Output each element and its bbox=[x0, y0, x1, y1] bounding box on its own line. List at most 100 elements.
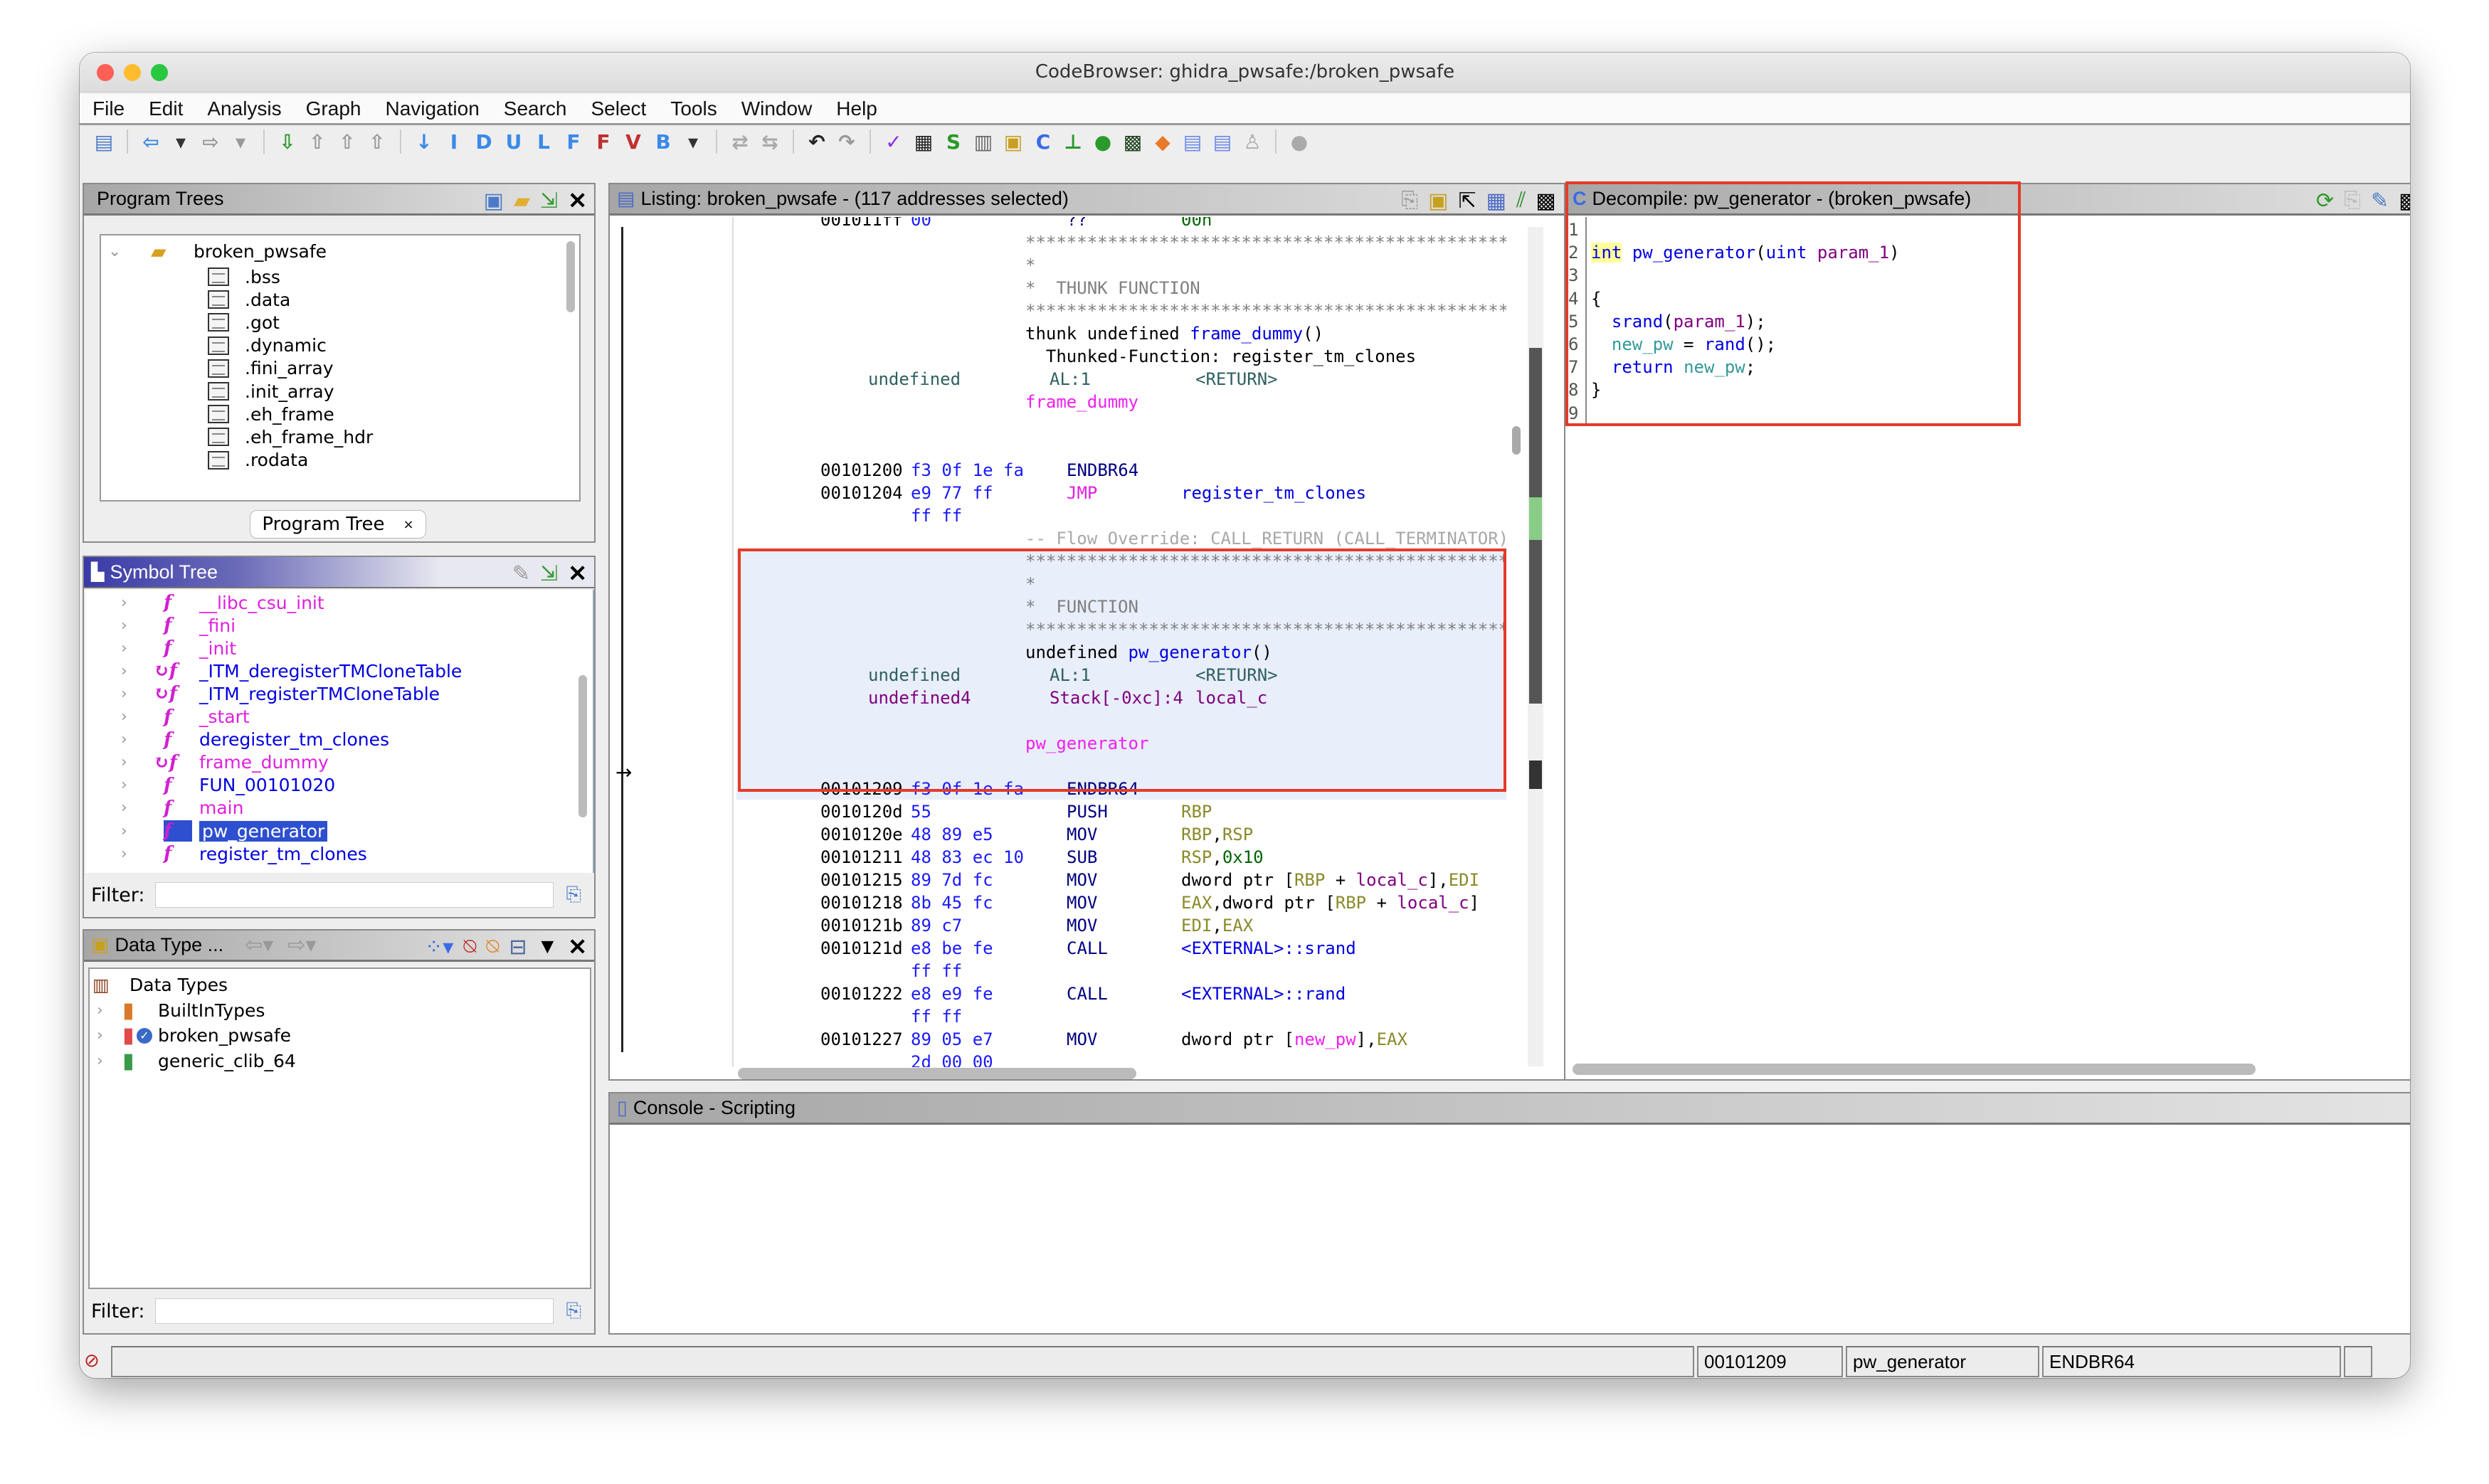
scrollbar[interactable] bbox=[566, 241, 575, 312]
code-line[interactable]: 1 bbox=[1565, 218, 2410, 241]
code-token[interactable]: rand bbox=[1704, 334, 1745, 354]
expand-icon[interactable]: › bbox=[121, 845, 164, 863]
decompiler-view[interactable]: 1 2 int pw_generator(uint param_1) 3 4{5 sra… bbox=[1565, 217, 2410, 1058]
diff-icon[interactable]: ⫽ bbox=[1516, 189, 1526, 213]
label-icon[interactable]: L bbox=[531, 129, 556, 154]
menu-dropdown-icon[interactable]: ▼ bbox=[537, 935, 558, 959]
symbol-tree-item[interactable]: › f deregister_tm_clones bbox=[121, 728, 389, 751]
listing-row[interactable]: * THUNK FUNCTION bbox=[736, 276, 1506, 299]
listing-row[interactable]: ****************************************… bbox=[736, 549, 1506, 572]
expand-icon[interactable]: › bbox=[97, 1052, 122, 1070]
horizontal-scrollbar[interactable] bbox=[1573, 1064, 2256, 1075]
listing-row[interactable]: 0010120d 55 PUSH RBP bbox=[736, 800, 1506, 822]
merge-icon[interactable]: ⇄ bbox=[727, 129, 753, 154]
listing-row[interactable]: 0010120e 48 89 e5 MOV RBP,RSP bbox=[736, 822, 1506, 845]
datatype-archive[interactable]: › ▮ ✓ broken_pwsafe bbox=[97, 1023, 291, 1048]
next-icon[interactable]: ⇧ bbox=[334, 129, 360, 154]
listing-row[interactable] bbox=[736, 435, 1506, 458]
menu-select[interactable]: Select bbox=[591, 97, 647, 120]
cursor-icon[interactable]: ⇱ bbox=[1459, 189, 1476, 213]
split-icon[interactable]: ⇆ bbox=[757, 129, 783, 154]
listing-row[interactable]: -- Flow Override: CALL_RETURN (CALL_TERM… bbox=[736, 526, 1506, 549]
forward-icon[interactable]: ⇨ bbox=[198, 129, 223, 154]
snapshot-icon[interactable]: ▩ bbox=[2399, 189, 2410, 213]
paste-icon[interactable]: ▣ bbox=[1428, 189, 1448, 213]
tree-root[interactable]: broken_pwsafe bbox=[194, 241, 327, 262]
listing-row[interactable]: 00101209 f3 0f 1e fa ENDBR64 bbox=[736, 777, 1506, 800]
non-function-icon[interactable]: F bbox=[591, 129, 616, 154]
symbol-tree-item[interactable]: › f pw_generator bbox=[121, 820, 328, 842]
listing-row[interactable]: 2d 00 00 bbox=[736, 1050, 1506, 1067]
graph-icon[interactable]: ⊥ bbox=[1060, 129, 1086, 154]
check-icon[interactable]: ✓ bbox=[881, 129, 907, 154]
run-icon[interactable]: ● bbox=[1090, 129, 1116, 154]
listing-row[interactable]: pw_generator bbox=[736, 731, 1506, 754]
filter-arrays-icon[interactable]: ⁘▾ bbox=[425, 935, 453, 960]
expand-icon[interactable]: › bbox=[121, 731, 164, 748]
datatype-archive[interactable]: › ▮ generic_clib_64 bbox=[97, 1049, 296, 1074]
tab-program-tree[interactable]: Program Tree × bbox=[250, 510, 426, 539]
edit-icon[interactable]: ✎ bbox=[512, 561, 530, 586]
undefined-icon[interactable]: U bbox=[501, 129, 527, 154]
scrollbar[interactable] bbox=[578, 675, 587, 817]
next-icon[interactable]: ⇧ bbox=[364, 129, 390, 154]
filter-input[interactable] bbox=[154, 1298, 554, 1324]
listing-row[interactable]: 00101227 89 05 e7 MOV dword ptr [new_pw],EA… bbox=[736, 1027, 1506, 1050]
copy-icon[interactable]: ⎘ bbox=[2344, 189, 2361, 213]
back-icon[interactable]: ⇦▾ bbox=[245, 933, 273, 958]
dropdown-icon[interactable]: ▾ bbox=[168, 129, 194, 154]
listing-row[interactable] bbox=[736, 413, 1506, 435]
listing-row[interactable]: * bbox=[736, 572, 1506, 595]
listing-row[interactable]: ff ff bbox=[736, 504, 1506, 526]
listing-row[interactable]: 00101200 f3 0f 1e fa ENDBR64 bbox=[736, 458, 1506, 481]
expand-icon[interactable]: › bbox=[121, 822, 164, 840]
next-selected-icon[interactable]: ⇩ bbox=[275, 129, 300, 154]
symbol-tree-item[interactable]: › f _fini bbox=[121, 614, 236, 637]
listing-row[interactable]: * FUNCTION bbox=[736, 595, 1506, 618]
help-icon[interactable]: ● bbox=[1286, 129, 1312, 154]
tree-item[interactable]: .eh_frame bbox=[208, 403, 334, 425]
decompile-icon[interactable]: C bbox=[1030, 129, 1056, 154]
memory-icon[interactable]: ▥ bbox=[971, 129, 996, 154]
listing-row[interactable]: 00101215 89 7d fc MOV dword ptr [RBP + loca… bbox=[736, 868, 1506, 891]
expand-icon[interactable]: › bbox=[97, 1027, 122, 1044]
snapshot-icon[interactable]: ▩ bbox=[1536, 189, 1555, 213]
filter-input[interactable] bbox=[154, 882, 554, 908]
close-icon[interactable]: ✕ bbox=[568, 933, 587, 960]
datatype-archive[interactable]: › ▮ BuiltInTypes bbox=[97, 998, 265, 1023]
listing-row[interactable]: thunk undefined frame_dummy() bbox=[736, 322, 1506, 344]
forward-icon[interactable]: ⇨▾ bbox=[287, 933, 316, 958]
program-tree-view[interactable]: ⌄ ▰ broken_pwsafe .bss .data .got .dynamic .fi… bbox=[100, 234, 581, 502]
tree-icon[interactable]: ♙ bbox=[1240, 129, 1265, 154]
dropdown-icon[interactable]: ▾ bbox=[680, 129, 706, 154]
filter-options-icon[interactable]: ⎘ bbox=[566, 884, 582, 906]
listing-row[interactable]: undefined4 Stack[-0xc]:4 local_c bbox=[736, 686, 1506, 709]
listing-row[interactable]: ff ff bbox=[736, 1005, 1506, 1027]
symbol-tree-item[interactable]: › f _init bbox=[121, 637, 236, 659]
symbol-tree-item[interactable]: › f register_tm_clones bbox=[121, 842, 367, 865]
tree-item[interactable]: .rodata bbox=[208, 449, 308, 472]
listing-row[interactable]: undefined pw_generator() bbox=[736, 640, 1506, 663]
expand-icon[interactable]: › bbox=[121, 617, 164, 635]
no-pointers-icon[interactable]: ⍉ bbox=[463, 935, 476, 959]
save-icon[interactable]: ▤ bbox=[91, 129, 117, 154]
merge-view-icon[interactable]: ⇲ bbox=[540, 561, 558, 586]
overview-bar[interactable] bbox=[1528, 227, 1543, 1066]
listing-row[interactable]: ****************************************… bbox=[736, 299, 1506, 322]
symbol-tree-item[interactable]: › ↻f _ITM_deregisterTMCloneTable bbox=[121, 659, 462, 682]
vertical-scrollbar[interactable] bbox=[1512, 426, 1521, 455]
copy-icon[interactable]: ⎘ bbox=[1401, 189, 1418, 213]
symbol-tree-item[interactable]: › f main bbox=[121, 797, 243, 820]
code-line[interactable]: 9 bbox=[1565, 402, 2410, 425]
bookmark-icon[interactable]: B bbox=[650, 129, 676, 154]
code-line[interactable]: 8} bbox=[1565, 378, 2410, 401]
tree-root[interactable]: Data Types bbox=[130, 975, 228, 995]
tree-item[interactable]: .eh_frame_hdr bbox=[208, 425, 373, 448]
expand-icon[interactable]: › bbox=[121, 594, 164, 612]
diamond-icon[interactable]: ◆ bbox=[1150, 129, 1175, 154]
symbol-tree-item[interactable]: › f __libc_csu_init bbox=[121, 591, 324, 614]
console-output[interactable] bbox=[610, 1127, 2410, 1333]
edit-fields-icon[interactable]: ▦ bbox=[1486, 189, 1506, 213]
menu-help[interactable]: Help bbox=[836, 97, 877, 120]
undo-icon[interactable]: ↶ bbox=[804, 129, 830, 154]
